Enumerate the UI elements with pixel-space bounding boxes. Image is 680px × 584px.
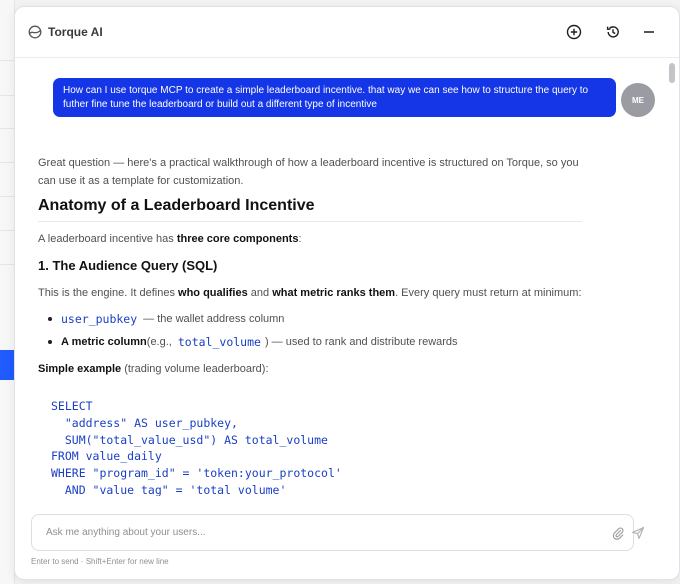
chat-header: Torque AI [15,7,679,58]
sql-code-block: SELECT "address" AS user_pubkey, SUM("to… [51,398,342,496]
code-line: SUM("total_value_usd") AS total_volume [64,432,328,447]
scrollbar-thumb[interactable] [669,63,675,83]
bullet-emphasis: A metric column [61,336,147,348]
torque-logo-icon [28,25,42,39]
background-divider [0,162,14,163]
engine-text: This is the engine. It defines [38,287,179,299]
example-line: Simple example (trading volume leaderboa… [38,360,269,378]
example-text: (trading volume leaderboard): [121,363,269,375]
background-divider [0,196,14,197]
new-chat-button[interactable] [564,22,584,42]
bullet-dot [48,340,52,344]
bullet-text: ) — used to rank and distribute rewards [264,336,458,348]
assistant-intro: Great question — here's a practical walk… [38,157,579,187]
components-line: A leaderboard incentive has three core c… [38,230,302,248]
input-placeholder: Ask me anything about your users... [46,527,206,538]
bullet-item: user_pubkey — the wallet address column [48,312,284,326]
code-line: WHERE "program_id" = 'token:your_protoco… [51,466,342,481]
user-message-bubble: How can I use torque MCP to create a sim… [53,78,616,117]
code-line: AND "value_tag" = 'total_volume' [51,482,287,496]
chat-body[interactable]: How can I use torque MCP to create a sim… [15,58,679,496]
inline-code: user_pubkey [61,312,138,326]
code-line: SELECT [51,399,93,413]
bullet-text: — the wallet address column [143,313,285,325]
background-divider [0,230,14,231]
background-divider [0,95,14,96]
components-text: A leaderboard incentive has [38,233,177,245]
engine-emphasis-2: what metric ranks them [272,287,396,299]
chat-input[interactable]: Ask me anything about your users... [31,514,645,551]
background-divider [0,60,14,61]
engine-line: This is the engine. It defines who quali… [38,284,582,302]
user-avatar[interactable]: ME [621,83,655,117]
background-sidebar [0,0,15,584]
app-title: Torque AI [48,25,103,39]
code-line: "address" AS user_pubkey, [64,415,238,430]
new-chat-icon [566,24,582,40]
background-divider [0,264,14,265]
engine-text-end: . Every query must return at minimum: [395,287,582,299]
engine-emphasis-1: who qualifies [178,287,248,299]
components-emphasis: three core components [176,233,299,245]
background-divider [0,128,14,129]
bullet-dot [48,317,52,321]
bullet-item: A metric column (e.g., total_volume ) — … [48,335,458,349]
background-active-item[interactable] [0,350,14,380]
code-line: FROM value_daily [51,449,162,464]
attach-icon[interactable] [611,526,625,540]
chat-panel: Torque AI How can I use torque MCP to cr… [14,6,680,580]
input-hint: Enter to send · Shift+Enter for new line [31,557,169,566]
section-heading: 1. The Audience Query (SQL) [38,258,218,273]
answer-heading: Anatomy of a Leaderboard Incentive [38,197,582,222]
minimize-icon [644,31,654,33]
example-emphasis: Simple example [38,363,122,375]
engine-text-mid: and [247,287,273,299]
history-button[interactable] [603,22,623,42]
minimize-button[interactable] [639,22,659,42]
send-icon[interactable] [631,526,645,540]
history-icon [606,26,619,38]
bullet-text: (e.g., [146,336,172,348]
components-text-end: : [298,233,302,245]
inline-code: total_volume [177,335,261,349]
